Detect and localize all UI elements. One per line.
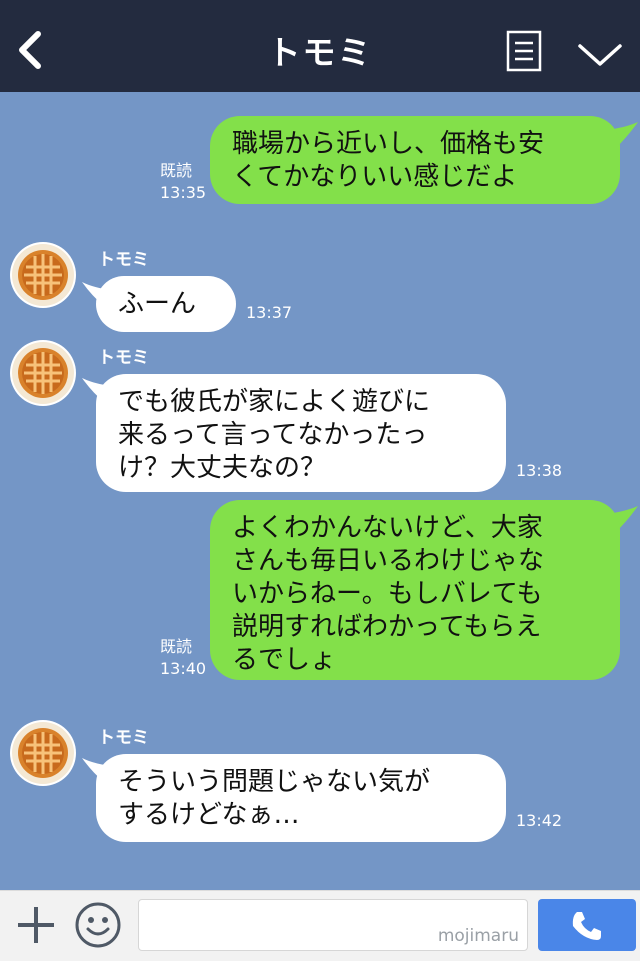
timestamp: 13:42 xyxy=(516,811,563,830)
phone-icon xyxy=(572,912,601,940)
plus-icon[interactable] xyxy=(16,905,56,945)
sender-name: トモミ xyxy=(98,250,149,270)
message-input[interactable]: mojimaru xyxy=(138,899,528,951)
call-button[interactable] xyxy=(538,899,636,951)
sender-name: トモミ xyxy=(98,728,149,748)
input-bar: mojimaru xyxy=(0,890,640,961)
contact-avatar[interactable] xyxy=(10,242,76,308)
timestamp: 13:37 xyxy=(246,303,293,322)
smiley-icon[interactable] xyxy=(74,901,122,949)
message-bubble-sent[interactable]: 職場から近いし、価格も安 くてかなりいい感じだよ xyxy=(210,116,620,204)
contact-avatar[interactable] xyxy=(10,720,76,786)
message-bubble-received[interactable]: ふーん xyxy=(96,276,236,332)
chat-header: トモミ xyxy=(0,0,640,92)
message-bubble-received[interactable]: でも彼氏が家によく遊びに 来るって言ってなかったっ け？大丈夫なの？ xyxy=(96,374,506,492)
chevron-down-icon[interactable] xyxy=(576,42,624,68)
read-receipt: 既読 13:35 xyxy=(160,161,207,202)
read-receipt: 既読 13:40 xyxy=(160,637,207,678)
sender-name: トモミ xyxy=(98,348,149,368)
message-bubble-received[interactable]: そういう問題じゃない気が するけどなぁ… xyxy=(96,754,506,842)
note-icon[interactable] xyxy=(506,30,542,72)
chat-title: トモミ xyxy=(267,33,373,72)
contact-avatar[interactable] xyxy=(10,340,76,406)
timestamp: 13:38 xyxy=(516,461,563,480)
message-bubble-sent[interactable]: よくわかんないけど、大家 さんも毎日いるわけじゃな いからねー。もしバレても 説明すれ… xyxy=(210,500,620,680)
watermark-text: mojimaru xyxy=(437,926,519,946)
